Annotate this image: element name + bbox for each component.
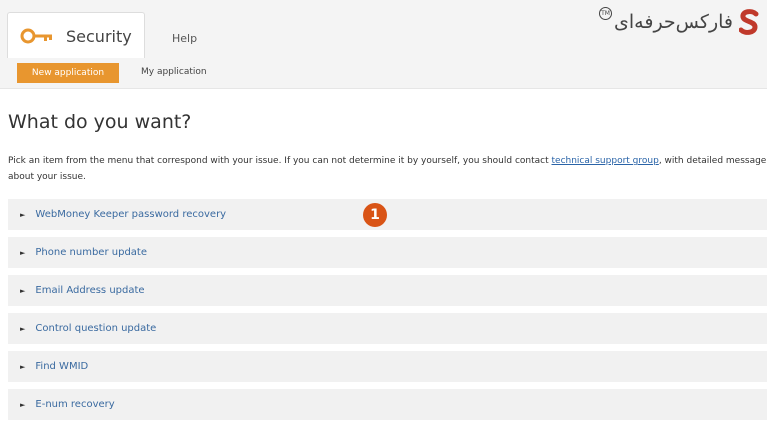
triangle-right-icon: ► [20, 248, 26, 257]
page-title: What do you want? [8, 111, 192, 133]
tab-help[interactable]: Help [172, 32, 197, 45]
technical-support-link[interactable]: technical support group [552, 156, 659, 166]
new-application-button[interactable]: New application [17, 63, 119, 83]
menu-item-find-wmid[interactable]: ► Find WMID [8, 351, 767, 382]
tab-security[interactable]: Security [7, 12, 145, 60]
menu-item-phone-update[interactable]: ► Phone number update [8, 237, 767, 268]
triangle-right-icon: ► [20, 400, 26, 409]
triangle-right-icon: ► [20, 324, 26, 333]
menu-item-email-update[interactable]: ► Email Address update [8, 275, 767, 306]
trademark-mark: TM [599, 6, 613, 20]
menu-item-label: Email Address update [35, 285, 145, 296]
menu-item-control-question[interactable]: ► Control question update [8, 313, 767, 344]
s-logo-icon [739, 9, 759, 35]
issue-menu: ► WebMoney Keeper password recovery ► Ph… [8, 199, 767, 427]
triangle-right-icon: ► [20, 210, 26, 219]
my-application-link[interactable]: My application [141, 67, 207, 77]
key-icon [20, 28, 52, 44]
site-logo: TM فارکس‌حرفه‌ای [599, 6, 759, 35]
intro-text: Pick an item from the menu that correspo… [8, 153, 767, 185]
menu-item-password-recovery[interactable]: ► WebMoney Keeper password recovery [8, 199, 767, 230]
menu-item-label: Control question update [35, 323, 157, 334]
logo-text: فارکس‌حرفه‌ای [614, 11, 733, 33]
menu-item-label: WebMoney Keeper password recovery [35, 209, 227, 220]
menu-item-label: Find WMID [35, 361, 89, 372]
menu-item-label: Phone number update [35, 247, 147, 258]
triangle-right-icon: ► [20, 362, 26, 371]
menu-item-label: E-num recovery [35, 399, 115, 410]
intro-text-start: Pick an item from the menu that correspo… [8, 156, 552, 166]
triangle-right-icon: ► [20, 286, 26, 295]
tab-security-label: Security [66, 27, 132, 46]
menu-item-enum-recovery[interactable]: ► E-num recovery [8, 389, 767, 420]
step-number-badge: 1 [363, 203, 387, 227]
